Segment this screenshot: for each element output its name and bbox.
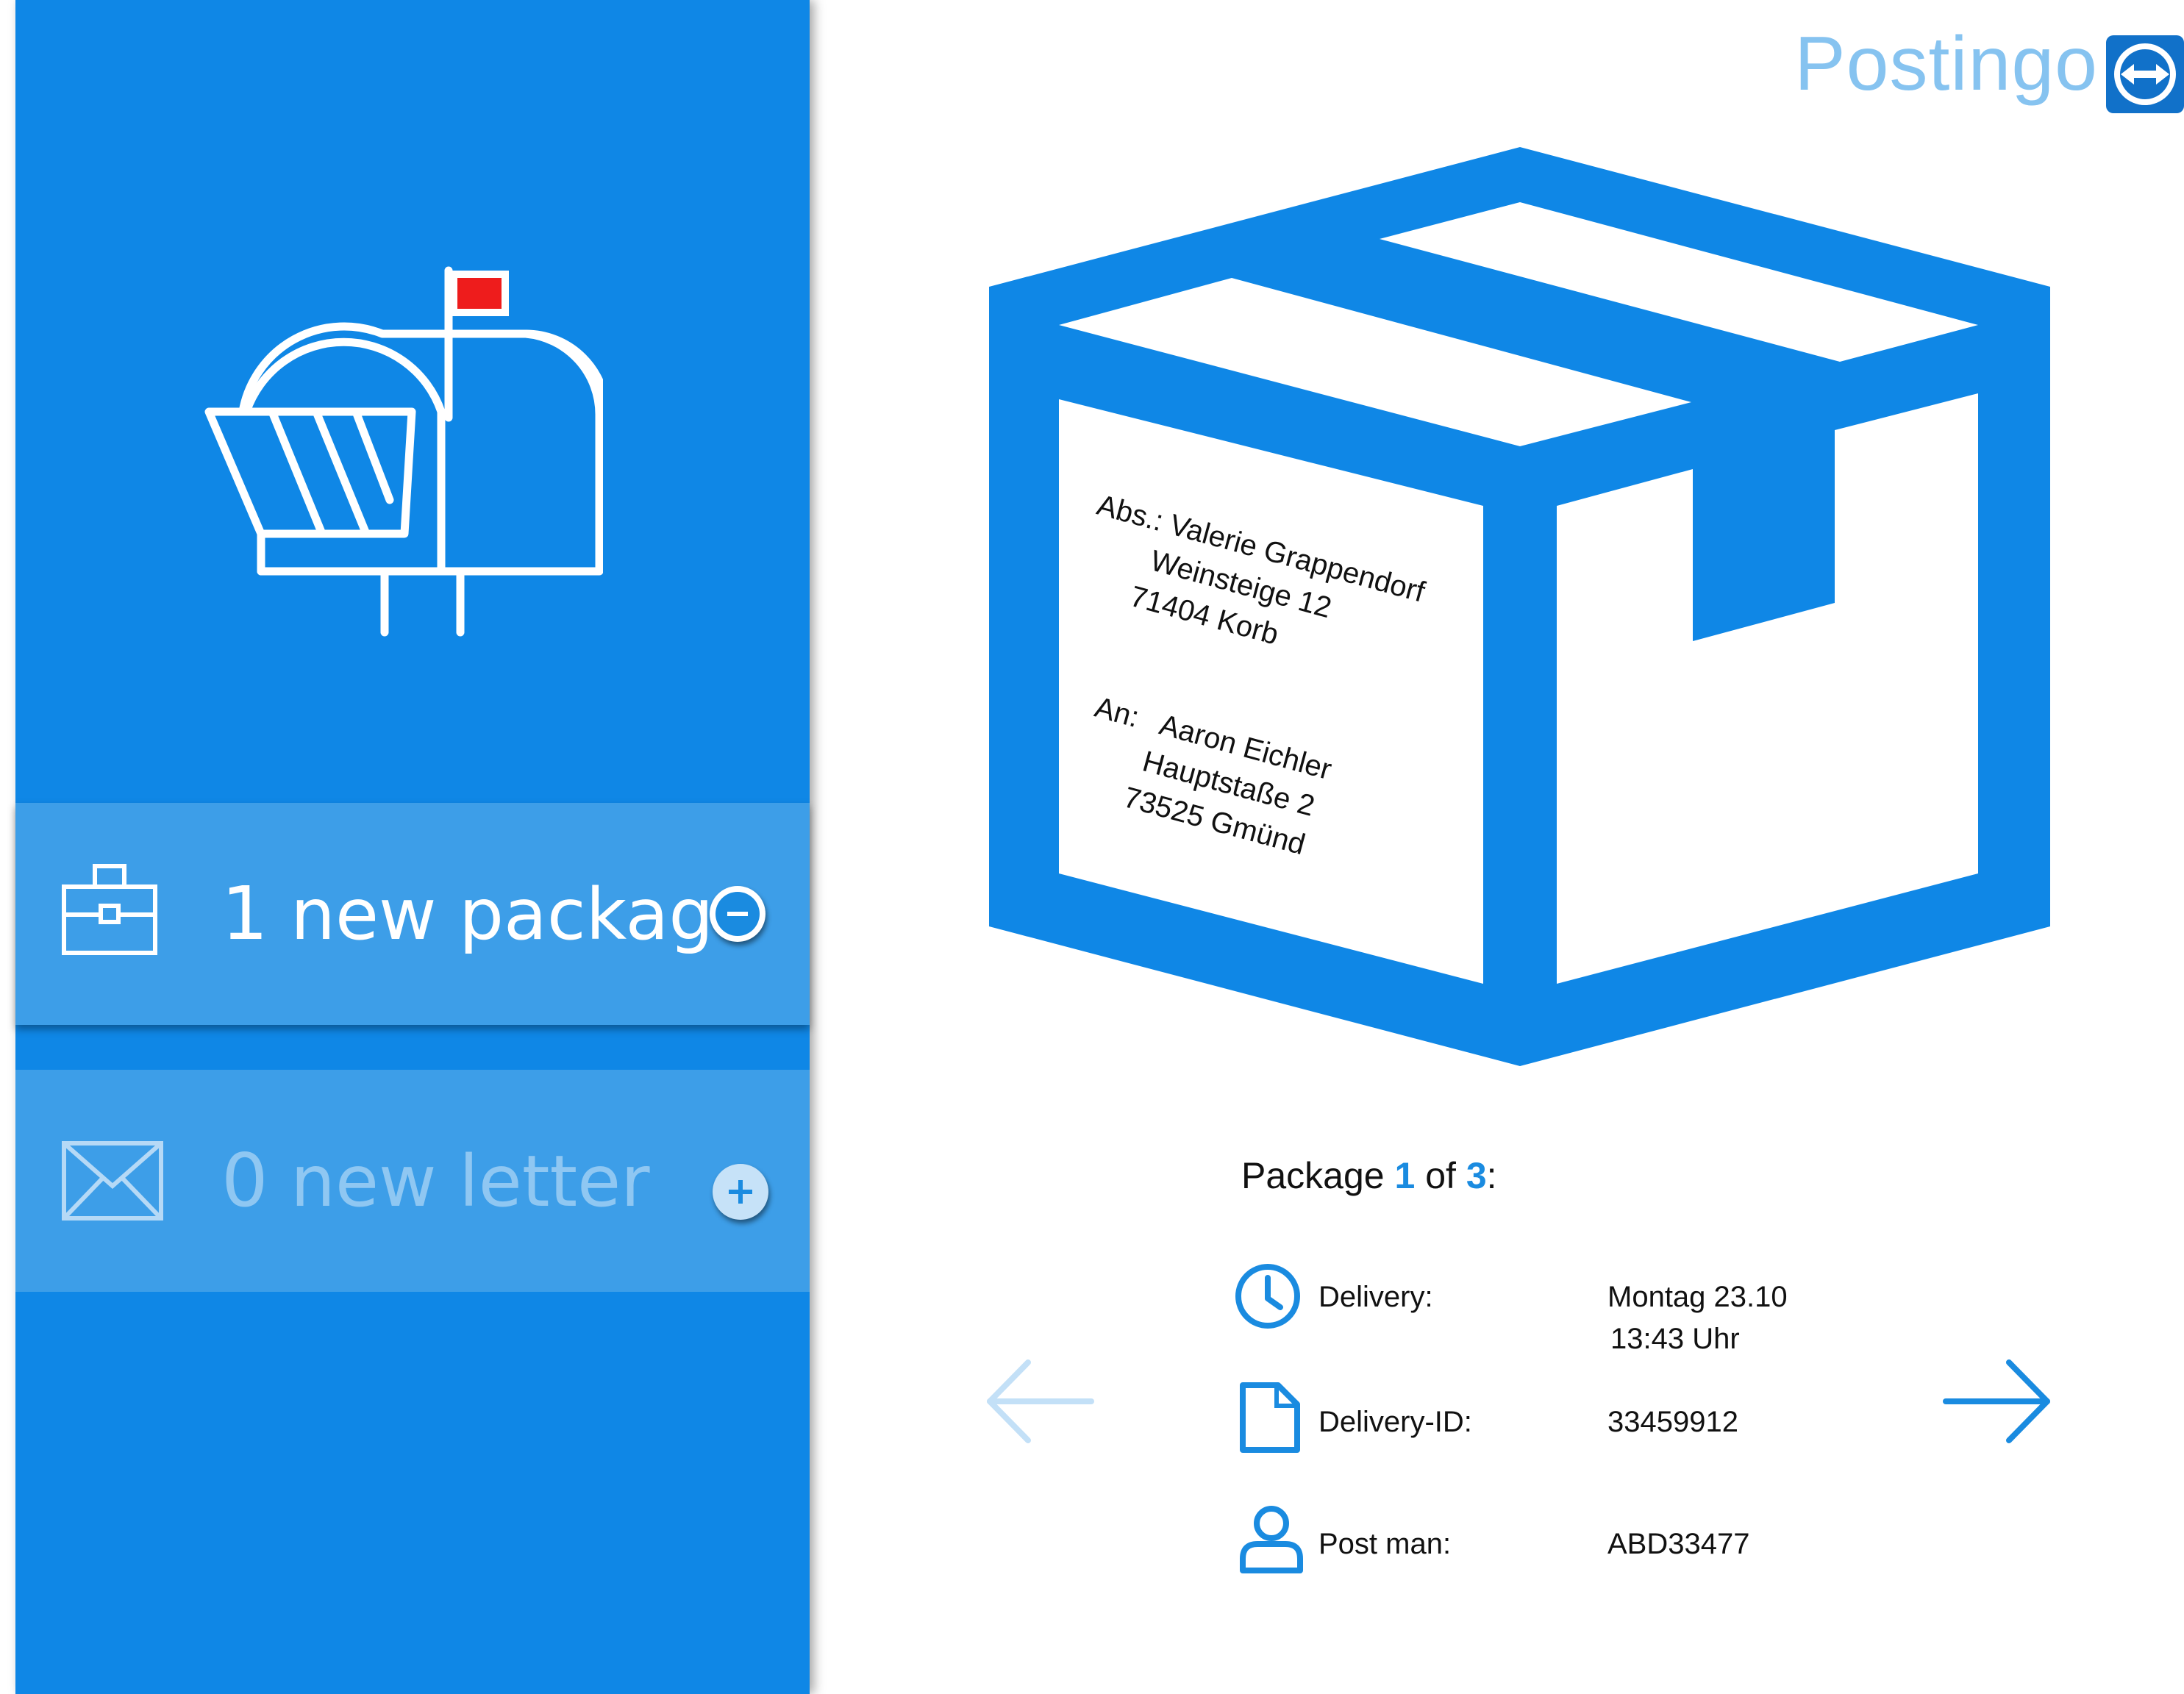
- briefcase-icon: [62, 864, 157, 955]
- heading-suffix: :: [1486, 1155, 1497, 1196]
- delivery-time: 13:43 Uhr: [1610, 1323, 1740, 1355]
- plus-icon: [729, 1180, 752, 1204]
- plus-button[interactable]: [713, 1164, 768, 1220]
- envelope-icon: [62, 1141, 163, 1221]
- heading-of: of: [1425, 1155, 1456, 1196]
- arrow-left-icon[interactable]: [984, 1358, 1096, 1445]
- new-letter-row[interactable]: 0 new letter: [15, 1070, 810, 1292]
- letter-count-label: 0 new letter: [221, 1070, 650, 1292]
- package-counter-heading: Package 1 of 3:: [1241, 1154, 1497, 1197]
- minus-icon: [715, 892, 760, 936]
- sidebar: 1 new package 0 new letter: [15, 0, 810, 1694]
- person-icon: [1240, 1506, 1303, 1573]
- delivery-day: Montag 23.10: [1607, 1281, 1788, 1313]
- package-label-text: new package: [290, 873, 757, 956]
- recipient-prefix: An:: [1091, 690, 1143, 735]
- postman-value: ABD33477: [1607, 1528, 1750, 1560]
- postman-label: Post man:: [1318, 1528, 1452, 1560]
- new-package-row[interactable]: 1 new package: [15, 803, 810, 1025]
- total-package-number: 3: [1466, 1155, 1487, 1196]
- clock-icon: [1235, 1264, 1300, 1329]
- minus-button[interactable]: [710, 886, 766, 942]
- document-icon: [1240, 1382, 1300, 1453]
- mailbox-with-flag-icon: [204, 266, 603, 637]
- arrow-right-icon[interactable]: [1941, 1358, 2053, 1445]
- package-count-label: 1 new package: [221, 803, 757, 1025]
- app-title: Postingo: [1794, 21, 2098, 107]
- letter-label-text: new letter: [290, 1140, 650, 1223]
- letter-count: 0: [221, 1137, 268, 1223]
- package-count: 1: [221, 871, 268, 957]
- current-package-number: 1: [1394, 1155, 1416, 1196]
- delivery-id-label: Delivery-ID:: [1318, 1406, 1472, 1438]
- heading-prefix: Package: [1241, 1155, 1385, 1196]
- delivery-label: Delivery:: [1318, 1281, 1433, 1313]
- teamviewer-arrows-icon[interactable]: [2106, 35, 2184, 113]
- delivery-id-value: 33459912: [1607, 1406, 1738, 1438]
